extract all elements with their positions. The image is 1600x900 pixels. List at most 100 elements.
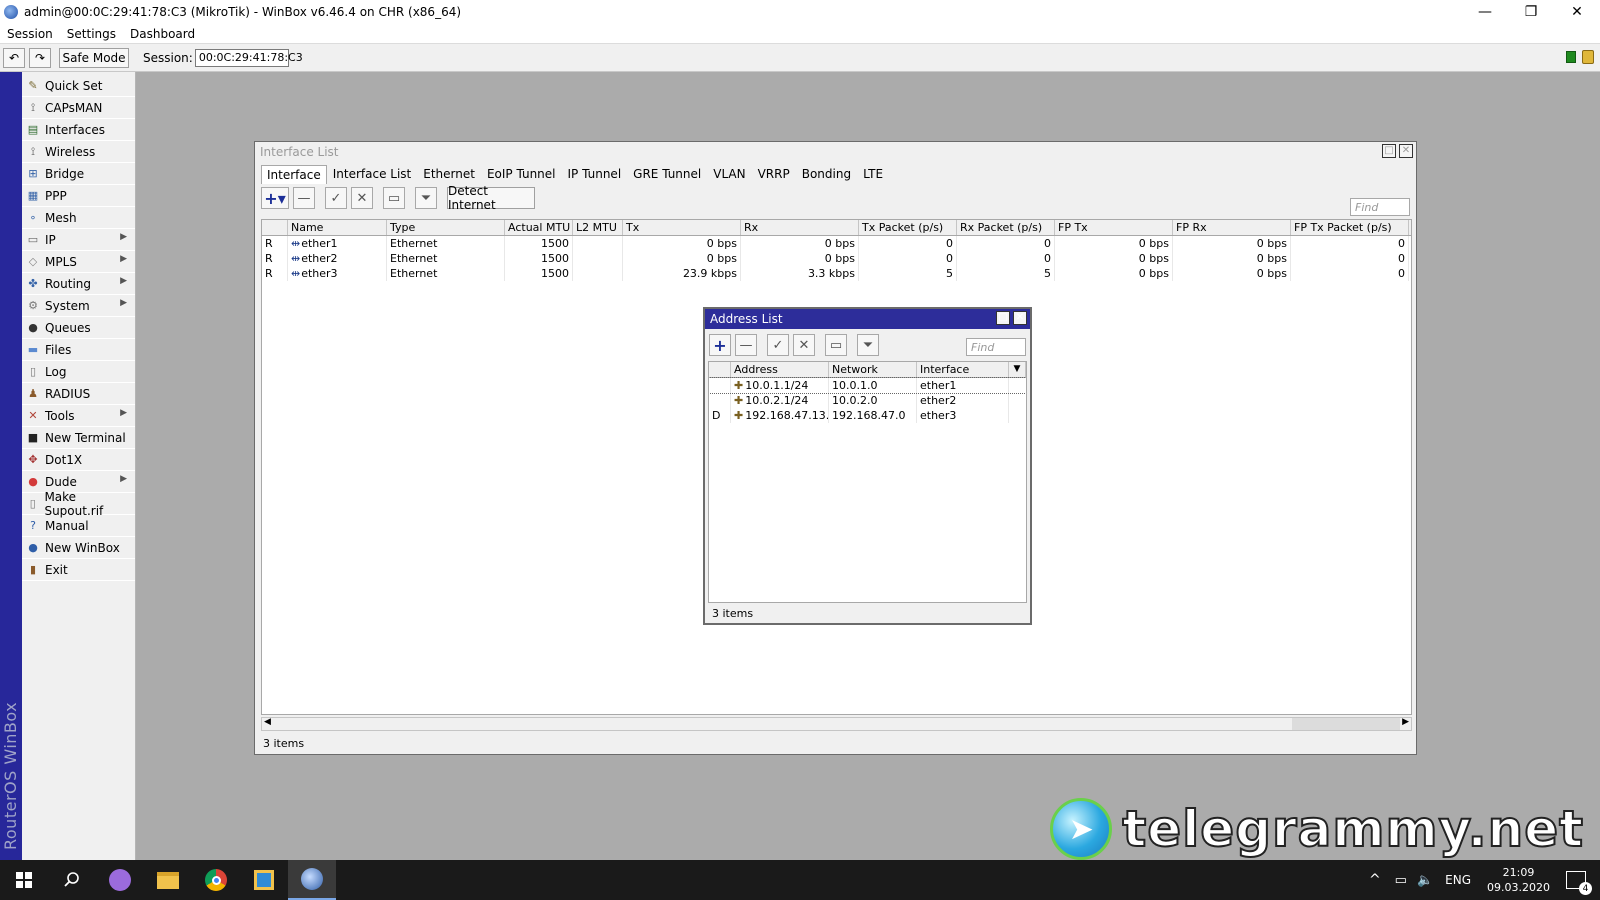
add-button[interactable]: + — [709, 334, 731, 356]
column-header[interactable] — [262, 220, 288, 235]
tab-vlan[interactable]: VLAN — [707, 164, 751, 184]
column-header[interactable]: Address — [731, 362, 829, 377]
column-header[interactable]: Tx — [623, 220, 741, 235]
scroll-left-icon[interactable]: ◀ — [264, 717, 271, 727]
disable-button[interactable]: ✕ — [793, 334, 815, 356]
tab-eoip-tunnel[interactable]: EoIP Tunnel — [481, 164, 562, 184]
tab-ethernet[interactable]: Ethernet — [417, 164, 481, 184]
maximize-icon[interactable]: □ — [1382, 144, 1396, 158]
table-row[interactable]: ✚ 10.0.1.1/24 10.0.1.0 ether1 — [709, 377, 1026, 394]
scroll-right-icon[interactable]: ▶ — [1402, 717, 1409, 727]
column-header[interactable]: Rx — [741, 220, 859, 235]
redo-button[interactable]: ↷ — [29, 47, 51, 68]
sidebar-item-dot1x[interactable]: ✥ Dot1X — [22, 449, 135, 471]
tab-lte[interactable]: LTE — [857, 164, 889, 184]
sidebar-item-make-supout-rif[interactable]: ▯ Make Supout.rif — [22, 490, 135, 518]
sidebar-item-tools[interactable]: ✕ Tools ▶ — [22, 405, 135, 427]
sidebar-item-exit[interactable]: ▮ Exit — [22, 559, 135, 581]
column-header[interactable]: FP Tx — [1055, 220, 1173, 235]
filter-button[interactable]: ⏷ — [415, 187, 437, 209]
column-header[interactable]: FP Tx Packet (p/s) — [1291, 220, 1409, 235]
sidebar-item-new-winbox[interactable]: ● New WinBox — [22, 537, 135, 559]
minimize-button[interactable]: — — [1462, 0, 1508, 24]
menu-session[interactable]: Session — [0, 27, 60, 41]
scroll-thumb[interactable] — [1292, 718, 1400, 730]
tab-ip-tunnel[interactable]: IP Tunnel — [562, 164, 628, 184]
sidebar-item-ppp[interactable]: ▦ PPP — [22, 185, 135, 207]
sidebar-item-mesh[interactable]: ∘ Mesh — [22, 207, 135, 229]
enable-button[interactable]: ✓ — [767, 334, 789, 356]
sidebar-item-mpls[interactable]: ◇ MPLS ▶ — [22, 251, 135, 273]
tab-bonding[interactable]: Bonding — [796, 164, 857, 184]
sidebar-item-new-terminal[interactable]: ■ New Terminal — [22, 427, 135, 449]
column-header[interactable]: FP Rx — [1173, 220, 1291, 235]
column-header[interactable]: Name — [288, 220, 387, 235]
session-field[interactable]: 00:0C:29:41:78:C3 — [194, 48, 303, 67]
clock[interactable]: 21:09 09.03.2020 — [1487, 865, 1550, 895]
comment-button[interactable]: ▭ — [825, 334, 847, 356]
address-list-titlebar[interactable]: Address List □ ✕ — [705, 309, 1030, 329]
search-icon[interactable] — [48, 860, 96, 900]
tab-gre-tunnel[interactable]: GRE Tunnel — [627, 164, 707, 184]
filter-button[interactable]: ⏷ — [857, 334, 879, 356]
column-header[interactable] — [709, 362, 731, 377]
app-icon[interactable] — [240, 860, 288, 900]
chevron-up-icon[interactable]: ^ — [1369, 872, 1381, 888]
interface-find-input[interactable]: Find — [1350, 198, 1410, 216]
interface-list-titlebar[interactable]: Interface List □ ✕ — [255, 142, 1416, 162]
table-row[interactable]: D ✚ 192.168.47.13... 192.168.47.0 ether3 — [709, 408, 1026, 423]
column-header[interactable]: Tx Packet (p/s) — [859, 220, 957, 235]
detect-internet-button[interactable]: Detect Internet — [447, 184, 535, 212]
table-row[interactable]: R ⇹ether2 Ethernet 1500 0 bps 0 bps 0 0 0 bps 0 b… — [262, 251, 1411, 266]
sidebar-item-queues[interactable]: ● Queues — [22, 317, 135, 339]
cortana-icon[interactable] — [96, 860, 144, 900]
close-icon[interactable]: ✕ — [1399, 144, 1413, 158]
sidebar-item-radius[interactable]: ♟ RADIUS — [22, 383, 135, 405]
notifications-icon[interactable]: 4 — [1566, 871, 1592, 895]
chrome-icon[interactable] — [192, 860, 240, 900]
network-icon[interactable]: ▭ — [1395, 873, 1407, 888]
language-indicator[interactable]: ENG — [1445, 873, 1471, 887]
undo-button[interactable]: ↶ — [3, 47, 25, 68]
sidebar-item-log[interactable]: ▯ Log — [22, 361, 135, 383]
sidebar-item-bridge[interactable]: ⊞ Bridge — [22, 163, 135, 185]
add-button[interactable]: +▾ — [261, 187, 289, 209]
sidebar-item-capsman[interactable]: ⟟ CAPsMAN — [22, 97, 135, 119]
remove-button[interactable]: — — [293, 187, 315, 209]
volume-icon[interactable]: 🔈 — [1417, 873, 1433, 888]
disable-button[interactable]: ✕ — [351, 187, 373, 209]
sidebar-item-routing[interactable]: ✤ Routing ▶ — [22, 273, 135, 295]
maximize-icon[interactable]: □ — [996, 311, 1010, 325]
table-row[interactable]: ✚ 10.0.2.1/24 10.0.2.0 ether2 — [709, 393, 1026, 408]
column-header[interactable]: Interface — [917, 362, 1009, 377]
restore-button[interactable]: ❐ — [1508, 0, 1554, 24]
column-header[interactable]: Network — [829, 362, 917, 377]
close-icon[interactable]: ✕ — [1013, 311, 1027, 325]
column-header[interactable]: Type — [387, 220, 505, 235]
column-header[interactable]: Rx Packet (p/s) — [957, 220, 1055, 235]
menu-settings[interactable]: Settings — [60, 27, 123, 41]
sidebar-item-quick-set[interactable]: ✎ Quick Set — [22, 75, 135, 97]
column-header[interactable]: L2 MTU — [573, 220, 623, 235]
sidebar-item-wireless[interactable]: ⟟ Wireless — [22, 141, 135, 163]
remove-button[interactable]: — — [735, 334, 757, 356]
sidebar-item-manual[interactable]: ? Manual — [22, 515, 135, 537]
column-chooser-icon[interactable]: ▼ — [1009, 362, 1026, 377]
tab-vrrp[interactable]: VRRP — [752, 164, 796, 184]
address-find-input[interactable]: Find — [966, 338, 1026, 356]
horizontal-scrollbar[interactable]: ◀ ▶ — [261, 717, 1412, 731]
close-button[interactable]: ✕ — [1554, 0, 1600, 24]
safe-mode-button[interactable]: Safe Mode — [59, 47, 129, 68]
table-row[interactable]: R ⇹ether3 Ethernet 1500 23.9 kbps 3.3 kbps 5 5 0… — [262, 266, 1411, 281]
tab-interface[interactable]: Interface — [261, 165, 327, 184]
sidebar-item-system[interactable]: ⚙ System ▶ — [22, 295, 135, 317]
sidebar-item-files[interactable]: ▬ Files — [22, 339, 135, 361]
column-header[interactable]: Actual MTU — [505, 220, 573, 235]
windows-start-icon[interactable] — [0, 860, 48, 900]
file-explorer-icon[interactable] — [144, 860, 192, 900]
comment-button[interactable]: ▭ — [383, 187, 405, 209]
tab-interface-list[interactable]: Interface List — [327, 164, 418, 184]
winbox-taskbar-icon[interactable] — [288, 860, 336, 900]
menu-dashboard[interactable]: Dashboard — [123, 27, 202, 41]
table-row[interactable]: R ⇹ether1 Ethernet 1500 0 bps 0 bps 0 0 0 bps 0 b… — [262, 236, 1411, 251]
